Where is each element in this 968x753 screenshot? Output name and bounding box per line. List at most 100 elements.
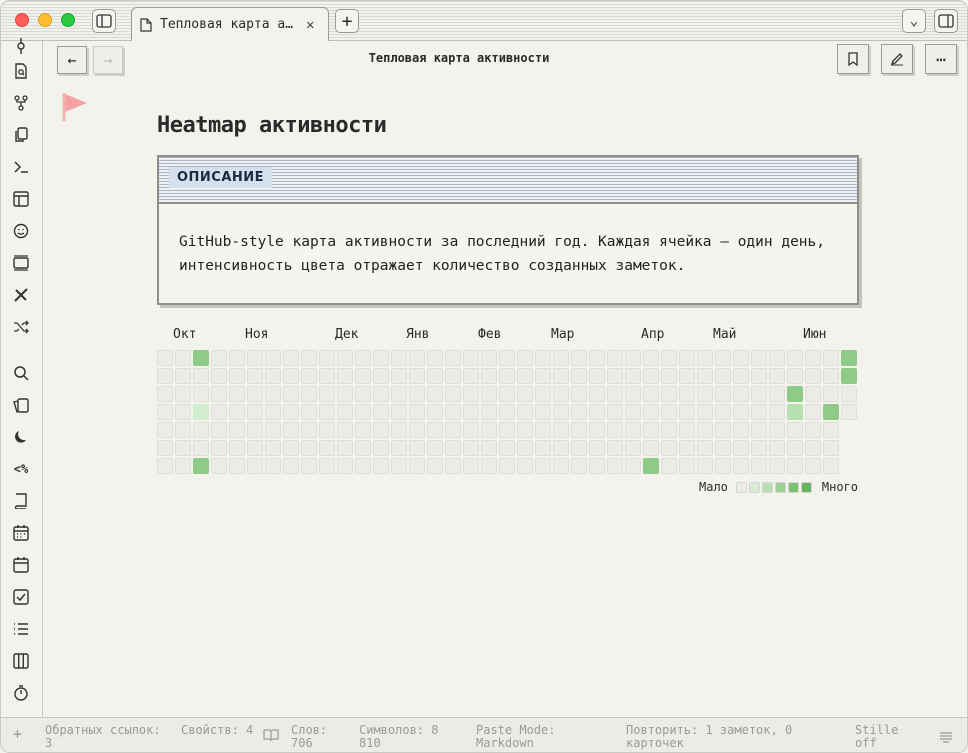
heatmap-day-cell[interactable]: [643, 368, 659, 384]
heatmap-day-cell[interactable]: [427, 350, 443, 366]
heatmap-day-cell[interactable]: [211, 368, 227, 384]
heatmap-day-cell[interactable]: [787, 404, 803, 420]
heatmap-day-cell[interactable]: [319, 350, 335, 366]
status-repeat[interactable]: Повторить: 1 заметок, 0 карточек: [626, 724, 836, 750]
heatmap-day-cell[interactable]: [607, 386, 623, 402]
heatmap-day-cell[interactable]: [211, 386, 227, 402]
heatmap-day-cell[interactable]: [517, 458, 533, 474]
close-window-button[interactable]: [15, 13, 29, 27]
heatmap-day-cell[interactable]: [481, 422, 497, 438]
heatmap-day-cell[interactable]: [445, 440, 461, 456]
heatmap-day-cell[interactable]: [193, 404, 209, 420]
heatmap-day-cell[interactable]: [175, 422, 191, 438]
status-backlinks[interactable]: Обратных ссылок: 3: [45, 724, 175, 750]
status-properties[interactable]: Свойств: 4: [181, 724, 256, 737]
heatmap-day-cell[interactable]: [805, 404, 821, 420]
heatmap-day-cell[interactable]: [319, 422, 335, 438]
heatmap-day-cell[interactable]: [247, 440, 263, 456]
heatmap-day-cell[interactable]: [175, 350, 191, 366]
heatmap-day-cell[interactable]: [247, 386, 263, 402]
heatmap-day-cell[interactable]: [211, 422, 227, 438]
heatmap-day-cell[interactable]: [355, 350, 371, 366]
heatmap-day-cell[interactable]: [301, 368, 317, 384]
heatmap-day-cell[interactable]: [733, 350, 749, 366]
heatmap-day-cell[interactable]: [679, 422, 695, 438]
cards-icon[interactable]: [10, 394, 32, 416]
heatmap-day-cell[interactable]: [427, 368, 443, 384]
heatmap-day-cell[interactable]: [373, 440, 389, 456]
heatmap-day-cell[interactable]: [445, 350, 461, 366]
new-tab-button[interactable]: +: [335, 9, 359, 33]
heatmap-day-cell[interactable]: [337, 386, 353, 402]
heatmap-day-cell[interactable]: [391, 350, 407, 366]
heatmap-day-cell[interactable]: [427, 422, 443, 438]
heatmap-day-cell[interactable]: [355, 404, 371, 420]
heatmap-day-cell[interactable]: [391, 386, 407, 402]
heatmap-day-cell[interactable]: [535, 404, 551, 420]
heatmap-day-cell[interactable]: [391, 440, 407, 456]
heatmap-day-cell[interactable]: [589, 368, 605, 384]
heatmap-day-cell[interactable]: [715, 368, 731, 384]
heatmap-day-cell[interactable]: [427, 440, 443, 456]
heatmap-day-cell[interactable]: [463, 350, 479, 366]
heatmap-day-cell[interactable]: [229, 368, 245, 384]
heatmap-day-cell[interactable]: [193, 350, 209, 366]
heatmap-day-cell[interactable]: [787, 368, 803, 384]
heatmap-day-cell[interactable]: [499, 422, 515, 438]
heatmap-day-cell[interactable]: [625, 368, 641, 384]
tab-active[interactable]: Тепловая карта а… ✕: [131, 7, 329, 41]
heatmap-day-cell[interactable]: [535, 350, 551, 366]
heatmap-day-cell[interactable]: [679, 350, 695, 366]
heatmap-day-cell[interactable]: [193, 368, 209, 384]
heatmap-day-cell[interactable]: [661, 386, 677, 402]
heatmap-day-cell[interactable]: [211, 350, 227, 366]
heatmap-day-cell[interactable]: [157, 350, 173, 366]
heatmap-day-cell[interactable]: [535, 440, 551, 456]
percent-icon[interactable]: <%: [10, 458, 32, 480]
heatmap-day-cell[interactable]: [607, 458, 623, 474]
slides-icon[interactable]: [10, 252, 32, 274]
timer-icon[interactable]: [10, 682, 32, 704]
heatmap-day-cell[interactable]: [355, 440, 371, 456]
heatmap-day-cell[interactable]: [589, 350, 605, 366]
heatmap-day-cell[interactable]: [265, 404, 281, 420]
heatmap-day-cell[interactable]: [157, 422, 173, 438]
heatmap-day-cell[interactable]: [481, 440, 497, 456]
heatmap-day-cell[interactable]: [517, 386, 533, 402]
edit-button[interactable]: [881, 44, 913, 74]
heatmap-day-cell[interactable]: [769, 404, 785, 420]
heatmap-day-cell[interactable]: [607, 422, 623, 438]
heatmap-day-cell[interactable]: [571, 350, 587, 366]
heatmap-day-cell[interactable]: [679, 404, 695, 420]
heatmap-day-cell[interactable]: [589, 458, 605, 474]
heatmap-day-cell[interactable]: [157, 368, 173, 384]
heatmap-day-cell[interactable]: [769, 368, 785, 384]
heatmap-day-cell[interactable]: [463, 386, 479, 402]
more-options-button[interactable]: ⋯: [925, 44, 957, 74]
heatmap-day-cell[interactable]: [301, 404, 317, 420]
heatmap-day-cell[interactable]: [445, 422, 461, 438]
heatmap-day-cell[interactable]: [265, 350, 281, 366]
moon-icon[interactable]: [10, 426, 32, 448]
heatmap-day-cell[interactable]: [769, 386, 785, 402]
heatmap-day-cell[interactable]: [229, 350, 245, 366]
heatmap-day-cell[interactable]: [337, 404, 353, 420]
heatmap-day-cell[interactable]: [661, 440, 677, 456]
heatmap-day-cell[interactable]: [625, 386, 641, 402]
heatmap-day-cell[interactable]: [607, 368, 623, 384]
heatmap-day-cell[interactable]: [247, 458, 263, 474]
heatmap-day-cell[interactable]: [445, 404, 461, 420]
heatmap-day-cell[interactable]: [697, 386, 713, 402]
heatmap-day-cell[interactable]: [571, 368, 587, 384]
heatmap-day-cell[interactable]: [247, 404, 263, 420]
heatmap-day-cell[interactable]: [211, 404, 227, 420]
heatmap-day-cell[interactable]: [175, 386, 191, 402]
heatmap-day-cell[interactable]: [823, 404, 839, 420]
heatmap-day-cell[interactable]: [193, 422, 209, 438]
heatmap-day-cell[interactable]: [337, 422, 353, 438]
heatmap-day-cell[interactable]: [553, 440, 569, 456]
heatmap-day-cell[interactable]: [643, 350, 659, 366]
heatmap-day-cell[interactable]: [715, 458, 731, 474]
heatmap-day-cell[interactable]: [157, 458, 173, 474]
heatmap-day-cell[interactable]: [625, 458, 641, 474]
